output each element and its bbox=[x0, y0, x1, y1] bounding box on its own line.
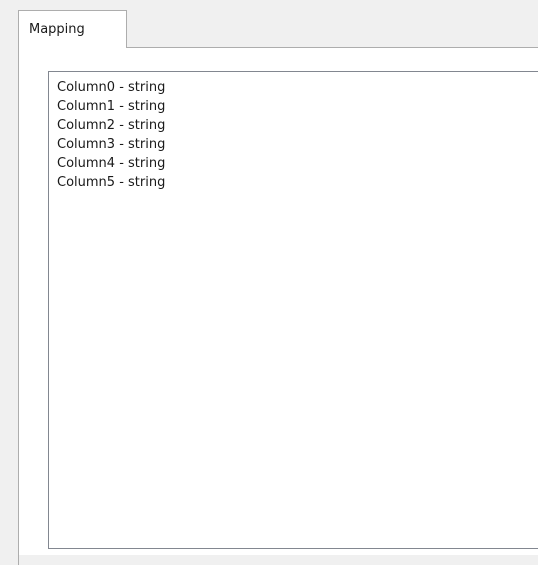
list-item-column2[interactable]: Column2 - string bbox=[57, 116, 538, 135]
tab-mapping[interactable]: Mapping bbox=[18, 10, 127, 48]
column-list-items: Column0 - string Column1 - string Column… bbox=[49, 72, 538, 192]
list-item-column5[interactable]: Column5 - string bbox=[57, 173, 538, 192]
column-mapping-list[interactable]: Column0 - string Column1 - string Column… bbox=[48, 71, 538, 549]
list-item-column1[interactable]: Column1 - string bbox=[57, 97, 538, 116]
mapping-window: Mapping Column0 - string Column1 - strin… bbox=[0, 0, 538, 565]
list-item-column3[interactable]: Column3 - string bbox=[57, 135, 538, 154]
tab-mapping-label: Mapping bbox=[29, 22, 85, 37]
list-item-column4[interactable]: Column4 - string bbox=[57, 154, 538, 173]
panel-bottom-strip bbox=[18, 555, 538, 565]
list-item-column0[interactable]: Column0 - string bbox=[57, 78, 538, 97]
